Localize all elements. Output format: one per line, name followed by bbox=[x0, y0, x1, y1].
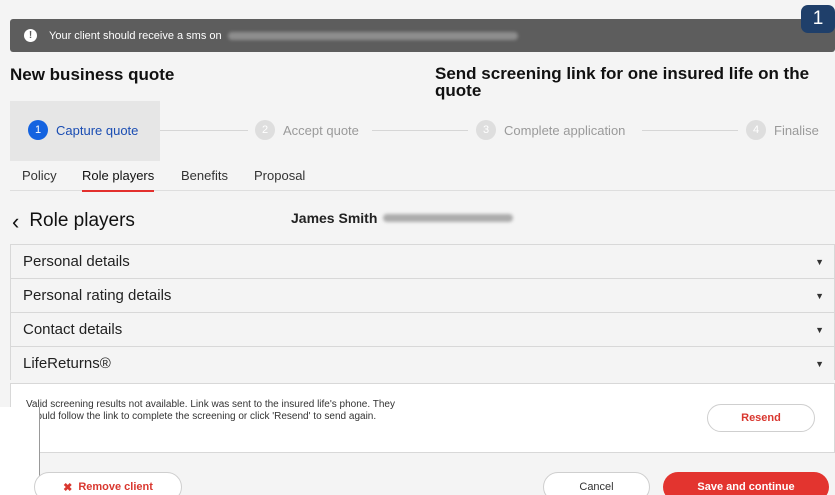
sms-notification-banner: ! Your client should receive a sms on bbox=[10, 19, 835, 52]
cancel-button[interactable]: Cancel bbox=[543, 472, 650, 495]
step-number: 2 bbox=[255, 120, 275, 140]
step-number: 1 bbox=[28, 120, 48, 140]
tab-role-players[interactable]: Role players bbox=[82, 168, 155, 192]
tab-proposal[interactable]: Proposal bbox=[254, 168, 305, 183]
accordion-contact-details[interactable]: Contact details ▼ bbox=[10, 312, 835, 346]
step-connector bbox=[372, 130, 468, 131]
step-label: Capture quote bbox=[56, 122, 139, 138]
tab-benefits[interactable]: Benefits bbox=[181, 168, 228, 183]
role-players-header: ‹ Role players bbox=[12, 210, 135, 232]
step-finalise[interactable]: 4 Finalise bbox=[746, 120, 819, 140]
step-number: 4 bbox=[746, 120, 766, 140]
remove-client-button[interactable]: ✖ Remove client bbox=[34, 472, 182, 495]
accordion-personal-rating-details[interactable]: Personal rating details ▼ bbox=[10, 278, 835, 312]
accordion-label: Contact details bbox=[23, 321, 123, 338]
step-connector bbox=[642, 130, 738, 131]
client-name: James Smith bbox=[291, 210, 378, 226]
step-connector bbox=[160, 130, 248, 131]
accordion-lifereturns[interactable]: LifeReturns® ▼ bbox=[10, 346, 835, 380]
caret-down-icon: ▼ bbox=[815, 256, 824, 267]
redacted-id-number bbox=[383, 214, 514, 222]
role-player-sections: Personal details ▼ Personal rating detai… bbox=[10, 244, 835, 380]
accordion-label: LifeReturns® bbox=[23, 355, 111, 372]
role-players-title: Role players bbox=[29, 210, 135, 231]
caret-down-icon: ▼ bbox=[815, 290, 824, 301]
accordion-personal-details[interactable]: Personal details ▼ bbox=[10, 244, 835, 278]
action-title: Send screening link for one insured life… bbox=[435, 64, 810, 100]
close-icon: ✖ bbox=[63, 481, 73, 494]
redacted-phone-number bbox=[227, 31, 518, 40]
step-accept-quote[interactable]: 2 Accept quote bbox=[255, 120, 359, 140]
accordion-label: Personal rating details bbox=[23, 287, 172, 304]
chevron-left-icon[interactable]: ‹ bbox=[12, 210, 19, 232]
caret-down-icon: ▼ bbox=[815, 358, 824, 369]
accordion-label: Personal details bbox=[23, 253, 130, 270]
step-number: 3 bbox=[476, 120, 496, 140]
screening-notice-panel: Valid screening results not available. L… bbox=[10, 383, 835, 453]
annotation-badge-1: 1 bbox=[801, 5, 835, 33]
client-identity: James Smith bbox=[291, 210, 514, 226]
resend-button[interactable]: Resend bbox=[707, 404, 815, 432]
step-complete-application[interactable]: 3 Complete application bbox=[476, 120, 625, 140]
step-label: Complete application bbox=[504, 122, 626, 138]
step-label: Accept quote bbox=[283, 122, 359, 138]
step-capture-quote[interactable]: 1 Capture quote bbox=[28, 120, 138, 140]
step-label: Finalise bbox=[774, 122, 819, 138]
progress-stepper: 1 Capture quote 2 Accept quote 3 Complet… bbox=[10, 101, 835, 161]
page-title: New business quote bbox=[10, 65, 175, 84]
info-icon: ! bbox=[24, 29, 37, 42]
remove-client-label: Remove client bbox=[78, 481, 153, 493]
screening-notice-text: Valid screening results not available. L… bbox=[26, 399, 395, 422]
section-tabs: Policy Role players Benefits Proposal bbox=[10, 163, 835, 192]
sms-notification-text: Your client should receive a sms on bbox=[49, 29, 222, 42]
caret-down-icon: ▼ bbox=[815, 324, 824, 335]
tab-policy[interactable]: Policy bbox=[22, 168, 57, 183]
save-and-continue-button[interactable]: Save and continue bbox=[663, 472, 829, 495]
